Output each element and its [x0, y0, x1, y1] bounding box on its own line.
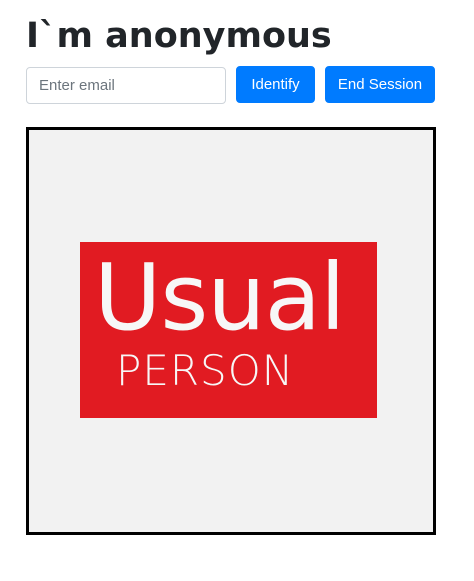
end-session-button[interactable]: End Session	[325, 66, 435, 103]
page-title: I`m anonymous	[26, 16, 332, 56]
email-input[interactable]	[26, 67, 226, 104]
usual-person-logo: Usual PERSON	[80, 242, 377, 418]
image-frame: Usual PERSON	[26, 127, 436, 535]
logo-wordmark-usual: Usual	[94, 244, 346, 351]
identify-button[interactable]: Identify	[236, 66, 315, 103]
logo-wordmark-person: PERSON	[116, 346, 295, 395]
